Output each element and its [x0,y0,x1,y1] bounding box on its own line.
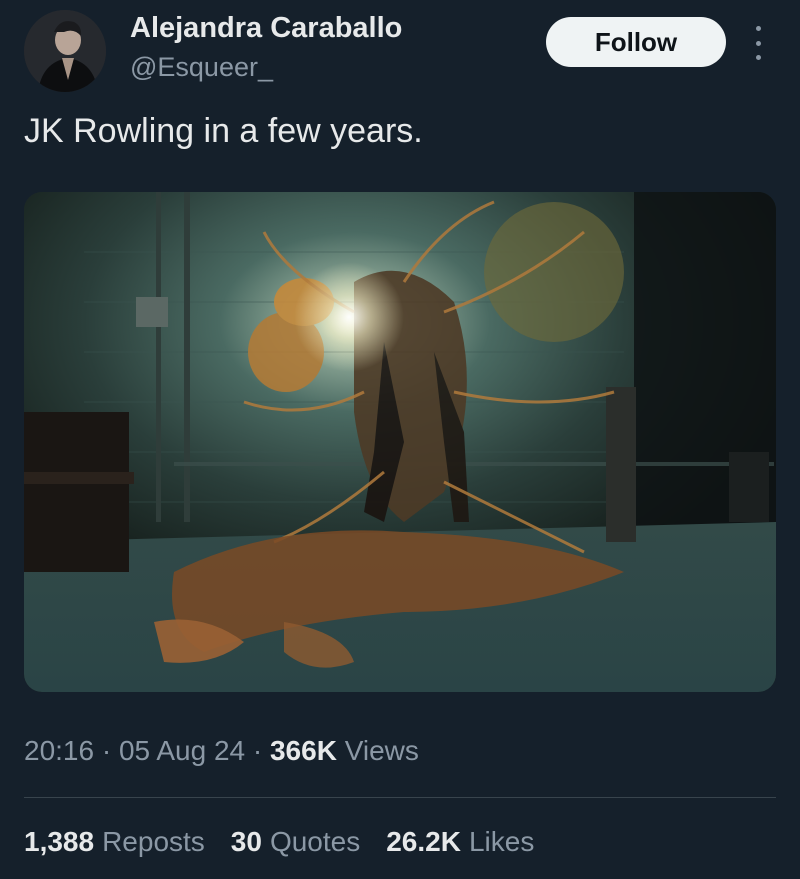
tweet-time[interactable]: 20:16 [24,735,94,766]
quotes-count: 30 [230,826,262,857]
author-handle[interactable]: @Esqueer_ [130,52,273,83]
author-display-name[interactable]: Alejandra Caraballo [130,12,402,45]
more-vertical-icon[interactable] [746,26,770,60]
tweet-media-image[interactable] [24,192,776,692]
more-dot [755,26,761,31]
more-dot [755,55,761,60]
tweet-meta: 20:16 · 05 Aug 24 · 366K Views [24,735,419,767]
quotes-label: Quotes [269,826,361,857]
quotes-stat[interactable]: 30 Quotes [231,826,360,858]
reposts-count: 1,388 [24,826,95,857]
tweet-stats: 1,388 Reposts 30 Quotes 26.2K Likes [24,826,534,858]
divider [24,797,776,798]
meta-separator: · [94,735,119,766]
follow-button[interactable]: Follow [546,17,726,67]
views-label: Views [336,735,419,766]
tweet-text: JK Rowling in a few years. [24,112,423,150]
likes-count: 26.2K [386,826,461,857]
views-count: 366K [269,735,337,766]
avatar[interactable] [24,10,106,92]
likes-stat[interactable]: 26.2K Likes [386,826,534,858]
tweet-detail: Alejandra Caraballo @Esqueer_ Follow JK … [0,0,800,879]
more-dot [755,40,761,46]
tweet-date[interactable]: 05 Aug 24 [119,735,245,766]
meta-separator: · [245,735,270,766]
likes-label: Likes [468,826,535,857]
reposts-stat[interactable]: 1,388 Reposts [24,826,205,858]
reposts-label: Reposts [102,826,205,857]
